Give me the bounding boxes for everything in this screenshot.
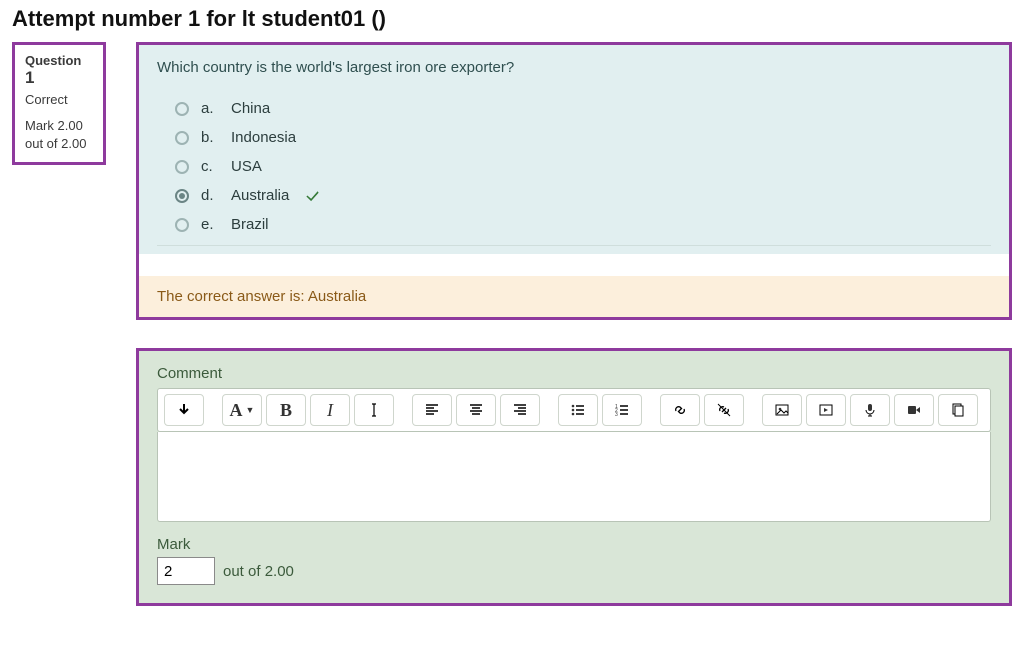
bullet-list-icon[interactable] bbox=[558, 394, 598, 426]
italic-icon[interactable]: I bbox=[310, 394, 350, 426]
unlink-icon[interactable] bbox=[704, 394, 744, 426]
check-icon bbox=[305, 188, 320, 203]
bold-icon[interactable]: B bbox=[266, 394, 306, 426]
question-number: Question 1 bbox=[25, 53, 93, 88]
radio-icon[interactable] bbox=[175, 189, 189, 203]
editor-toolbar: A▼BI 123 bbox=[157, 388, 991, 432]
feedback-text: The correct answer is: Australia bbox=[139, 276, 1009, 317]
answer-option[interactable]: a. China bbox=[175, 94, 991, 123]
answer-option[interactable]: c. USA bbox=[175, 152, 991, 181]
question-panel: Which country is the world's largest iro… bbox=[136, 42, 1012, 320]
radio-icon[interactable] bbox=[175, 160, 189, 174]
video-icon[interactable] bbox=[894, 394, 934, 426]
mark-label: Mark bbox=[157, 536, 991, 553]
mark-out-of: out of 2.00 bbox=[223, 563, 294, 580]
answer-letter: a. bbox=[201, 100, 219, 117]
answer-text: Brazil bbox=[231, 216, 269, 233]
answer-text: Australia bbox=[231, 187, 289, 204]
answer-option[interactable]: e. Brazil bbox=[175, 210, 991, 239]
link-icon[interactable] bbox=[660, 394, 700, 426]
numbered-list-icon[interactable]: 123 bbox=[602, 394, 642, 426]
align-center-icon[interactable] bbox=[456, 394, 496, 426]
answer-list: a. China b. Indonesia c. USA d. Australia e. Braz… bbox=[157, 94, 991, 246]
question-info-box: Question 1 Correct Mark 2.00 out of 2.00 bbox=[12, 42, 106, 165]
answer-letter: d. bbox=[201, 187, 219, 204]
comment-editor[interactable] bbox=[157, 432, 991, 522]
answer-option[interactable]: b. Indonesia bbox=[175, 123, 991, 152]
comment-label: Comment bbox=[157, 365, 991, 382]
mark-input[interactable] bbox=[157, 557, 215, 585]
grading-panel: Comment A▼BI 123 Mark out of 2.00 bbox=[136, 348, 1012, 606]
answer-text: China bbox=[231, 100, 270, 117]
question-text: Which country is the world's largest iro… bbox=[157, 59, 991, 76]
image-icon[interactable] bbox=[762, 394, 802, 426]
toggle-toolbar-icon[interactable] bbox=[164, 394, 204, 426]
radio-icon[interactable] bbox=[175, 131, 189, 145]
answer-option[interactable]: d. Australia bbox=[175, 181, 991, 210]
answer-letter: b. bbox=[201, 129, 219, 146]
question-mark-summary: Mark 2.00 out of 2.00 bbox=[25, 117, 93, 152]
svg-text:3: 3 bbox=[615, 412, 618, 418]
answer-letter: c. bbox=[201, 158, 219, 175]
files-icon[interactable] bbox=[938, 394, 978, 426]
answer-text: Indonesia bbox=[231, 129, 296, 146]
page-title: Attempt number 1 for lt student01 () bbox=[12, 6, 1012, 32]
text-cursor-icon[interactable] bbox=[354, 394, 394, 426]
radio-icon[interactable] bbox=[175, 218, 189, 232]
paragraph-style-icon[interactable]: A▼ bbox=[222, 394, 262, 426]
align-left-icon[interactable] bbox=[412, 394, 452, 426]
answer-letter: e. bbox=[201, 216, 219, 233]
answer-text: USA bbox=[231, 158, 262, 175]
align-right-icon[interactable] bbox=[500, 394, 540, 426]
microphone-icon[interactable] bbox=[850, 394, 890, 426]
media-icon[interactable] bbox=[806, 394, 846, 426]
question-status: Correct bbox=[25, 92, 93, 107]
radio-icon[interactable] bbox=[175, 102, 189, 116]
